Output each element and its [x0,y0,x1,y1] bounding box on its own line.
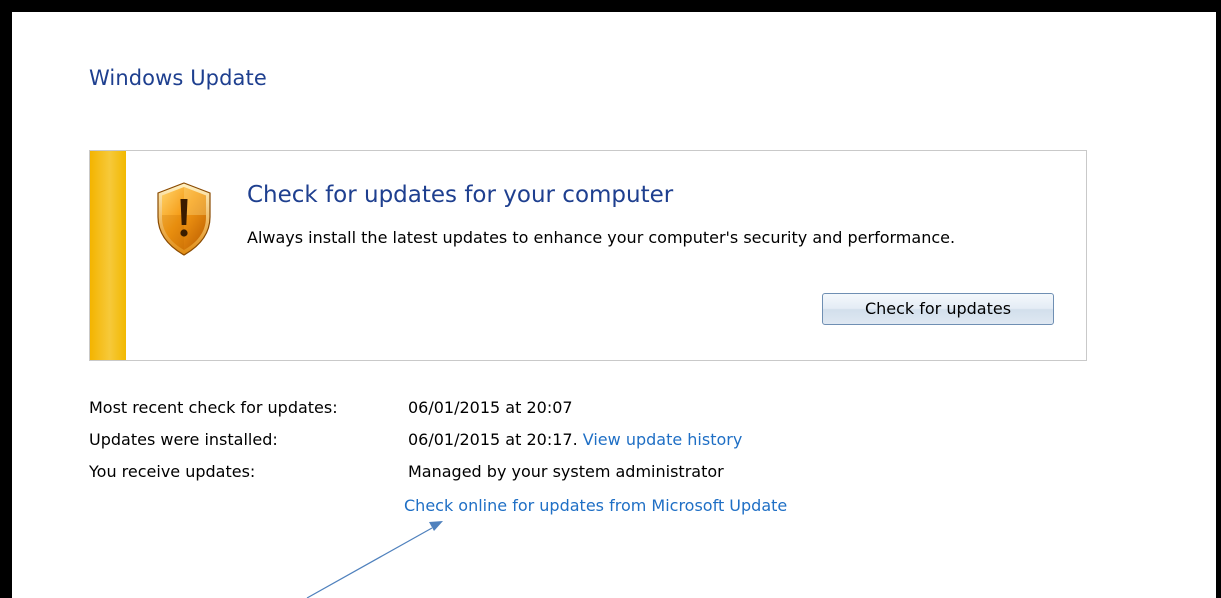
info-value-installed: 06/01/2015 at 20:17. [408,430,578,449]
screenshot-frame: Windows Update Check for updates for you… [0,0,1221,598]
frame-border-left [0,0,12,598]
panel-description: Always install the latest updates to enh… [247,228,956,247]
info-label-recent-check: Most recent check for updates: [89,398,338,417]
info-value-receive: Managed by your system administrator [408,462,724,481]
frame-border-top [0,0,1221,12]
status-accent-bar [90,151,126,360]
view-update-history-link[interactable]: View update history [583,430,743,449]
info-value-installed-row: 06/01/2015 at 20:17. View update history [408,430,742,449]
panel-heading: Check for updates for your computer [247,182,674,208]
check-online-microsoft-update-link[interactable]: Check online for updates from Microsoft … [404,496,787,515]
update-status-panel: Check for updates for your computer Alwa… [89,150,1087,361]
check-for-updates-button[interactable]: Check for updates [822,293,1054,325]
warning-shield-icon [157,182,211,256]
frame-border-right [1216,0,1221,598]
page-title: Windows Update [89,66,267,90]
info-label-installed: Updates were installed: [89,430,278,449]
info-value-recent-check: 06/01/2015 at 20:07 [408,398,573,417]
info-label-receive: You receive updates: [89,462,256,481]
